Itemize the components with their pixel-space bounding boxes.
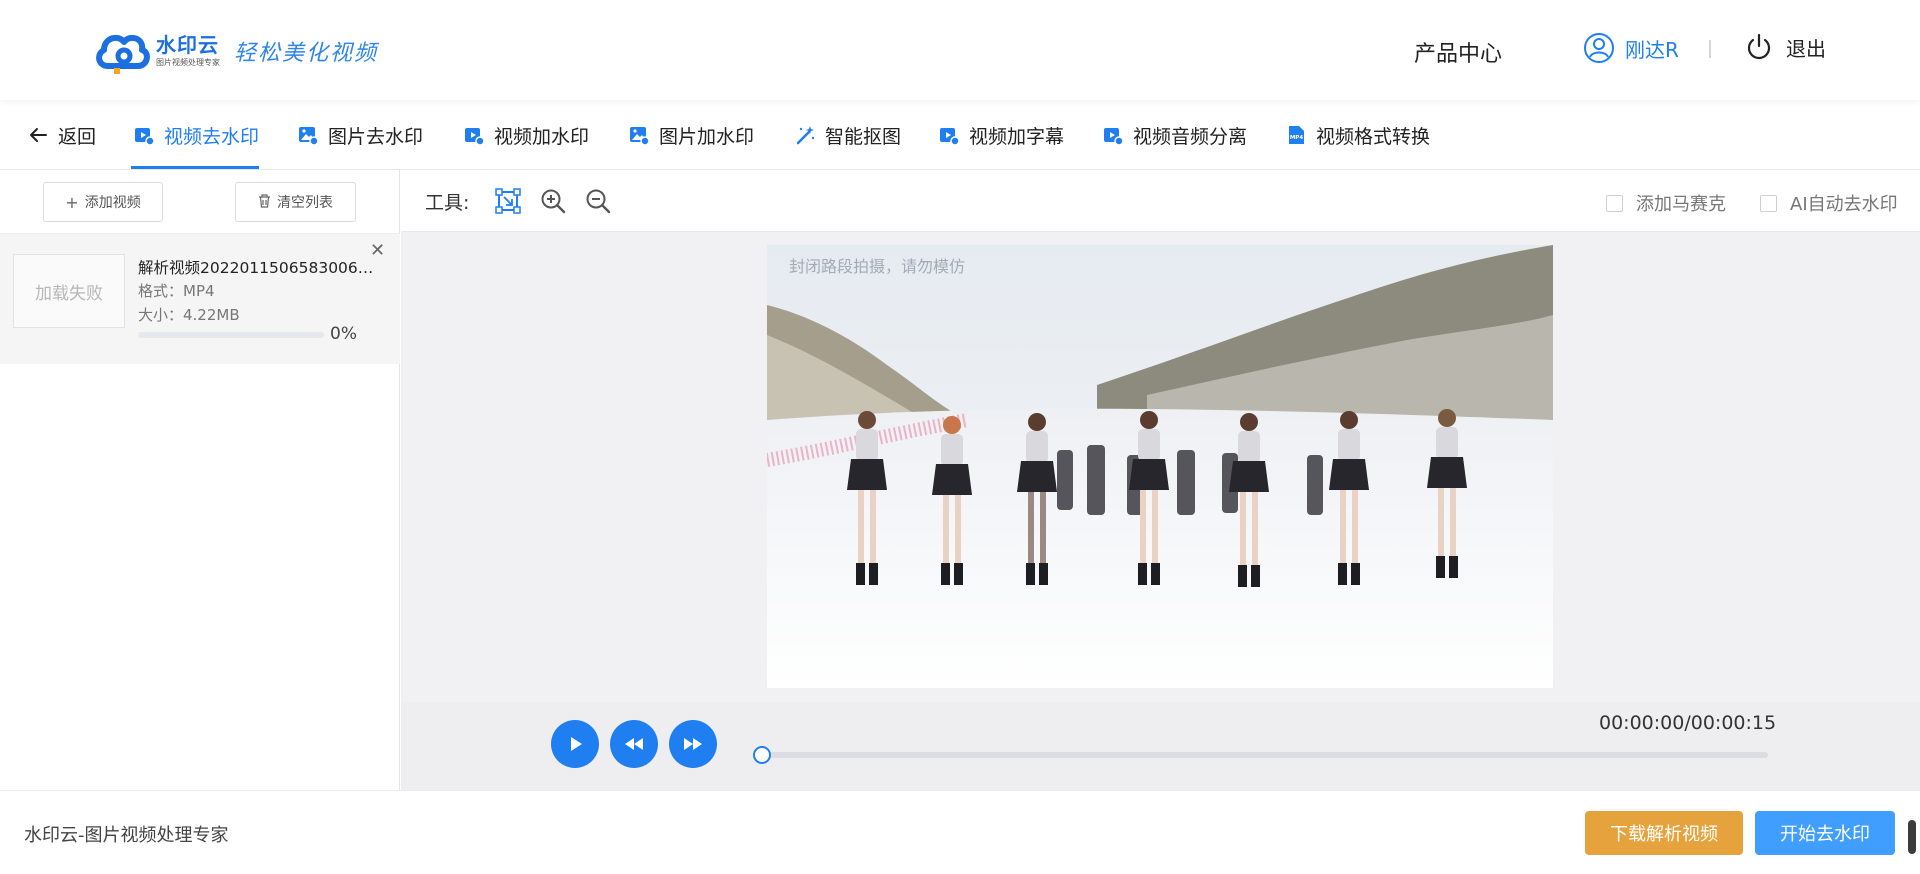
tab-smart-cutout[interactable]: 智能抠图: [794, 100, 901, 170]
remove-file-close-icon[interactable]: ✕: [370, 242, 385, 260]
image-icon: [299, 127, 319, 146]
tab-video-remove-watermark[interactable]: 视频去水印: [133, 100, 259, 170]
magic-wand-icon: [796, 126, 815, 145]
checkbox-box: [1606, 194, 1623, 212]
playback-time: 00:00:00/00:00:15: [1599, 712, 1777, 734]
seek-bar[interactable]: [753, 746, 1768, 764]
tools-bar: 工具: 添加马赛克 AI自动去水印: [401, 170, 1920, 232]
download-button-label: 下载解析视频: [1610, 824, 1718, 845]
add-mosaic-label: 添加马赛克: [1636, 194, 1726, 215]
add-mosaic-checkbox[interactable]: 添加马赛克: [1606, 190, 1726, 216]
thumbnail-status: 加载失败: [35, 283, 103, 304]
play-button[interactable]: [551, 720, 599, 768]
file-list-panel: + 添加视频 清空列表 加载失败 解析视频20220115065830067..…: [0, 170, 400, 790]
tool-nav: 返回 视频去水印 图片去水印 视频加水印 图片加水印 智能抠图 视频加字幕 视频…: [0, 100, 1920, 170]
logo-slogan: 轻松美化视频: [234, 41, 379, 66]
logo-subtitle: 图片视频处理专家: [156, 58, 220, 67]
file-list-item[interactable]: 加载失败 解析视频20220115065830067... 格式：MP4 大小：…: [0, 234, 400, 364]
seek-handle[interactable]: [753, 746, 771, 764]
active-tab-indicator: [131, 166, 259, 169]
user-menu[interactable]: 刚达R: [1583, 32, 1679, 64]
video-icon: [135, 128, 155, 146]
checkbox-box: [1760, 194, 1777, 212]
plus-icon: +: [65, 192, 79, 212]
ai-auto-remove-label: AI自动去水印: [1790, 194, 1898, 215]
file-progress-bar: [138, 332, 324, 338]
product-center-link[interactable]: 产品中心: [1414, 36, 1502, 68]
tab-image-remove-watermark[interactable]: 图片去水印: [297, 100, 423, 170]
rewind-icon: [625, 738, 643, 750]
user-avatar-icon: [1584, 33, 1614, 63]
select-area-icon[interactable]: [494, 187, 522, 215]
video-icon: [1104, 128, 1124, 146]
tab-label: 视频加字幕: [969, 125, 1065, 148]
tab-label: 图片去水印: [328, 125, 424, 148]
tab-label: 图片加水印: [659, 125, 755, 148]
svg-text:MP4: MP4: [1290, 135, 1304, 141]
start-remove-watermark-button[interactable]: 开始去水印: [1755, 811, 1895, 855]
rewind-button[interactable]: [610, 720, 658, 768]
logout-label: 退出: [1786, 36, 1826, 61]
add-video-button[interactable]: + 添加视频: [43, 182, 163, 222]
tab-image-add-watermark[interactable]: 图片加水印: [628, 100, 754, 170]
tab-label: 视频音频分离: [1133, 125, 1248, 148]
fast-forward-button[interactable]: [669, 720, 717, 768]
download-parsed-video-button[interactable]: 下载解析视频: [1585, 811, 1743, 855]
video-frame-image: [767, 245, 1553, 688]
logo-name: 水印云: [156, 33, 219, 57]
zoom-out-icon[interactable]: [584, 187, 612, 215]
power-icon: [1747, 33, 1771, 60]
add-video-label: 添加视频: [84, 195, 141, 211]
mp4-file-icon: MP4: [1289, 126, 1304, 144]
video-icon: [940, 128, 960, 146]
video-watermark-text: 封闭路段拍摄，请勿模仿: [789, 257, 966, 276]
video-thumbnail: 加载失败: [13, 254, 125, 328]
player-controls: 00:00:00/00:00:15: [401, 702, 1920, 790]
logo[interactable]: 水印云 图片视频处理专家 轻松美化视频: [94, 28, 378, 74]
ai-auto-remove-checkbox[interactable]: AI自动去水印: [1760, 190, 1898, 216]
tab-video-add-watermark[interactable]: 视频加水印: [463, 100, 589, 170]
logout-button[interactable]: 退出: [1744, 32, 1826, 62]
clear-list-button[interactable]: 清空列表: [235, 182, 356, 222]
video-icon: [465, 128, 485, 146]
top-header: 水印云 图片视频处理专家 轻松美化视频 产品中心 刚达R 退出: [0, 0, 1920, 100]
tab-video-format-conversion[interactable]: MP4 视频格式转换: [1285, 100, 1430, 170]
video-preview[interactable]: 封闭路段拍摄，请勿模仿: [767, 245, 1553, 688]
start-button-label: 开始去水印: [1780, 824, 1870, 845]
back-label: 返回: [58, 125, 97, 148]
fast-forward-icon: [684, 738, 702, 750]
tab-label: 视频去水印: [164, 125, 260, 148]
trash-icon: [258, 193, 271, 212]
zoom-in-icon[interactable]: [539, 187, 567, 215]
tools-label: 工具:: [425, 192, 470, 214]
cloud-logo-icon: [96, 34, 150, 74]
tab-label: 智能抠图: [825, 125, 902, 148]
tab-video-audio-separation[interactable]: 视频音频分离: [1102, 100, 1247, 170]
file-size: 大小：4.22MB: [138, 306, 240, 324]
footer-bar: 水印云-图片视频处理专家 下载解析视频 开始去水印: [0, 790, 1920, 874]
file-format: 格式：MP4: [138, 282, 215, 300]
arrow-left-icon: [30, 128, 47, 142]
tab-video-add-subtitle[interactable]: 视频加字幕: [938, 100, 1064, 170]
file-progress-text: 0%: [330, 324, 357, 344]
page-scrollbar[interactable]: [1908, 820, 1916, 854]
footer-brand-text: 水印云-图片视频处理专家: [24, 825, 229, 846]
tab-label: 视频加水印: [494, 125, 590, 148]
username: 刚达R: [1625, 37, 1679, 62]
header-divider: [1709, 40, 1711, 58]
play-icon: [571, 737, 582, 751]
tab-label: 视频格式转换: [1316, 125, 1431, 148]
clear-list-label: 清空列表: [277, 195, 333, 211]
image-icon: [630, 127, 650, 146]
back-button[interactable]: 返回: [27, 100, 96, 170]
file-name: 解析视频20220115065830067...: [138, 259, 378, 277]
editor-area: 工具: 添加马赛克 AI自动去水印 封闭路段拍摄，请勿模仿 00:00:00/0…: [401, 170, 1920, 790]
